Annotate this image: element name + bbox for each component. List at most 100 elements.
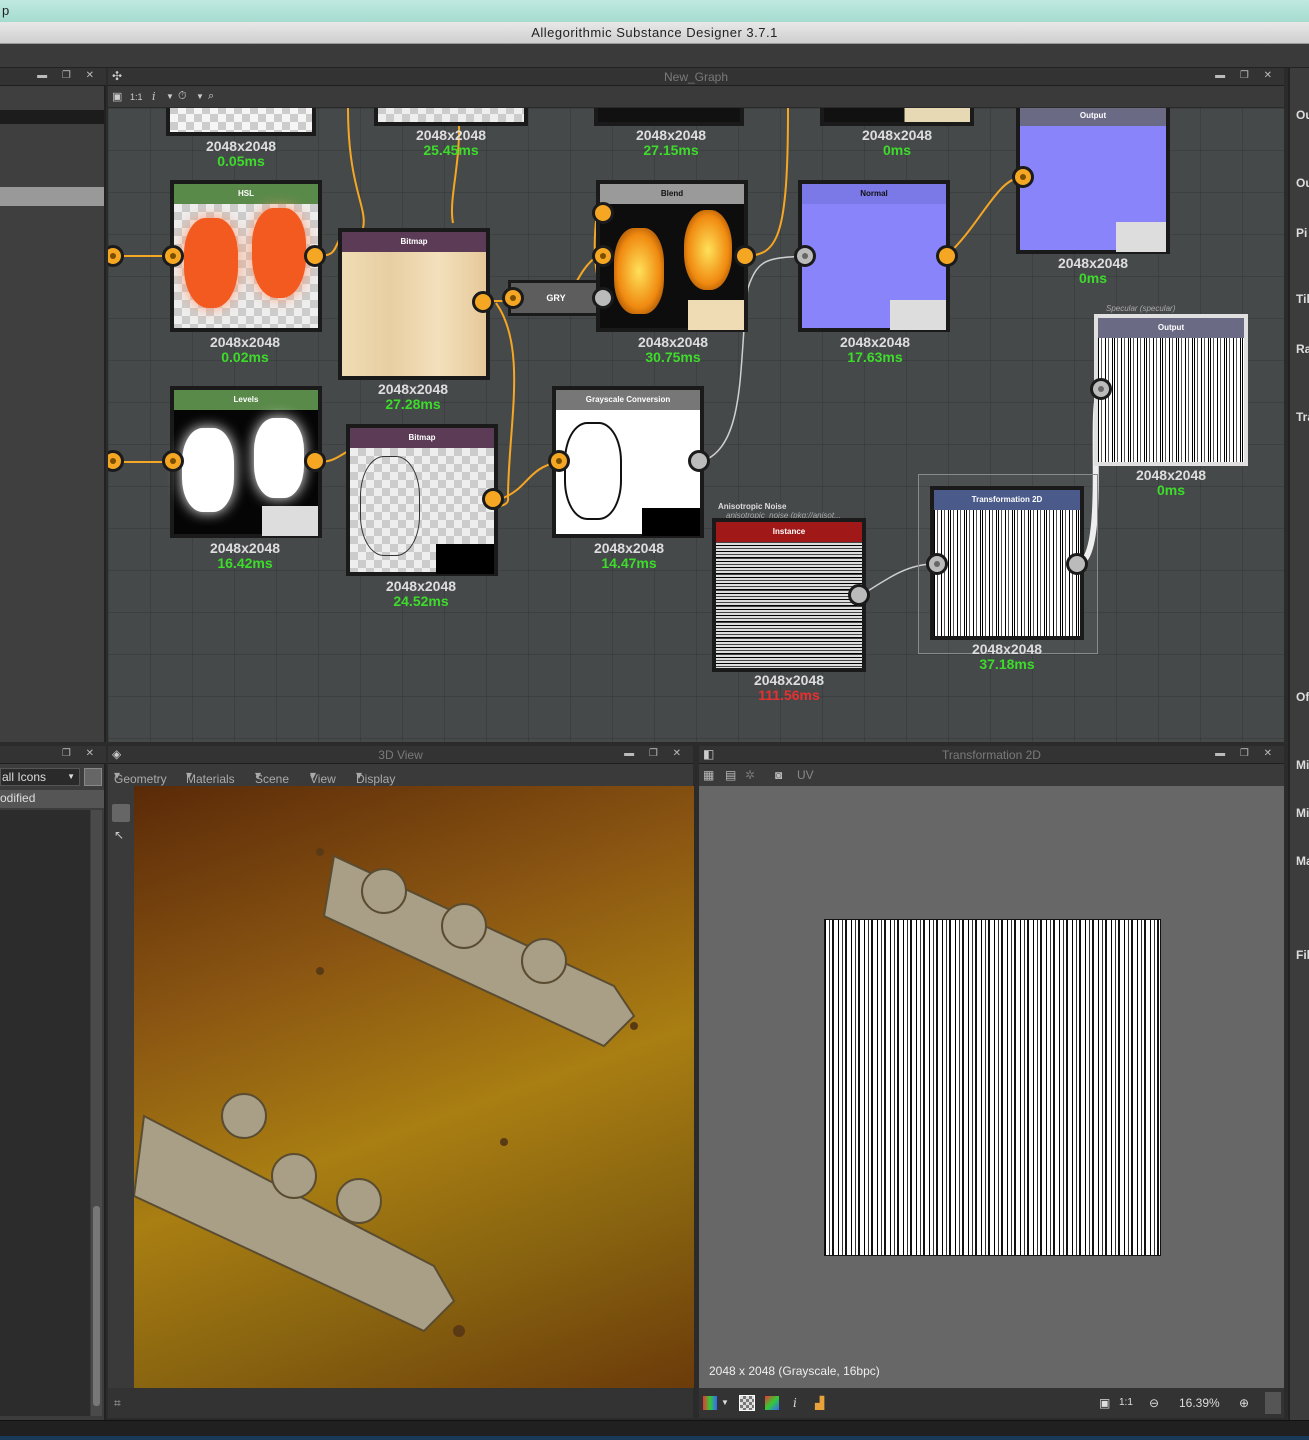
library-list[interactable]	[0, 810, 90, 1416]
port-input[interactable]	[548, 450, 570, 472]
info-icon[interactable]: i	[793, 1396, 797, 1410]
layout-icon[interactable]: ⌗	[114, 1396, 121, 1411]
node-graph-canvas[interactable]: 2048x2048 0.05ms 2048x2048 25.45ms 2048x…	[108, 108, 1284, 742]
port-input[interactable]	[1090, 378, 1112, 400]
light-tool-icon[interactable]: ↖	[114, 828, 124, 842]
menu-geometry[interactable]: Geometry ▾	[114, 768, 167, 786]
port-output[interactable]	[482, 488, 504, 510]
tree-row-selected[interactable]	[0, 187, 104, 206]
camera-tool-icon[interactable]	[112, 804, 130, 822]
menu-display[interactable]: Display ▾	[356, 768, 395, 786]
port-output[interactable]	[734, 245, 756, 267]
node-preview-shape	[360, 456, 420, 556]
port-input[interactable]	[794, 245, 816, 267]
node-top-1[interactable]	[166, 108, 316, 136]
node-thumbnail	[378, 108, 524, 122]
view-mode-select[interactable]: all Icons ▼	[0, 768, 80, 786]
chevron-down-icon[interactable]: ▼	[196, 92, 204, 101]
port-output[interactable]	[592, 287, 614, 309]
window-title: Allegorithmic Substance Designer 3.7.1	[531, 25, 778, 40]
node-bitmap-outline[interactable]: Bitmap	[346, 424, 498, 576]
node-size: 2048x2048	[385, 578, 457, 594]
fit-view-icon[interactable]: ▣	[112, 90, 122, 103]
left-bottom-panel-controls-icon[interactable]: ❐ ✕	[62, 748, 100, 759]
library-options-button[interactable]	[84, 768, 102, 786]
filter-field[interactable]: odified	[0, 790, 104, 808]
info-icon[interactable]: i	[152, 90, 156, 103]
zoom-ratio-button[interactable]: 1:1	[130, 92, 143, 102]
port-input[interactable]	[592, 202, 614, 224]
node-time: 14.47ms	[601, 555, 657, 571]
port-output[interactable]	[688, 450, 710, 472]
chevron-down-icon[interactable]: ▼	[166, 92, 174, 101]
zoom-ratio-button[interactable]: 1:1	[1119, 1397, 1133, 1408]
node-output-normal[interactable]: Output	[1016, 108, 1170, 254]
port-output[interactable]	[472, 291, 494, 313]
node-levels[interactable]: Levels	[170, 386, 322, 538]
specular-note-text: Specular (specular)	[1106, 304, 1176, 313]
menu-materials[interactable]: Materials ▾	[186, 768, 235, 786]
prop-label: Til	[1296, 292, 1309, 306]
node-preview-shape	[252, 208, 306, 298]
node-top-4[interactable]	[820, 108, 974, 126]
node-bitmap-wood[interactable]: Bitmap	[338, 228, 490, 380]
node-top-3[interactable]	[594, 108, 744, 126]
node-header: Output	[1020, 108, 1166, 126]
menu-view[interactable]: View ▾	[310, 768, 336, 786]
alpha-toggle-icon[interactable]	[739, 1395, 755, 1411]
graph-panel-controls-icon[interactable]: ▬ ❐ ✕	[1215, 70, 1278, 81]
port-output[interactable]	[848, 584, 870, 606]
panel-options-icon[interactable]	[1265, 1392, 1281, 1414]
save-image-icon[interactable]: ▤	[725, 768, 736, 782]
node-size: 2048x2048	[205, 138, 277, 154]
search-icon[interactable]: ⌕	[208, 90, 214, 103]
zoom-out-icon[interactable]: ⊖	[1149, 1396, 1159, 1410]
settings-icon[interactable]: ✲	[745, 768, 755, 782]
view3d-viewport[interactable]	[134, 786, 694, 1388]
node-preview-shape	[688, 300, 744, 330]
port-input[interactable]	[502, 287, 524, 309]
node-header: Grayscale Conversion	[556, 390, 700, 410]
port-input[interactable]	[926, 553, 948, 575]
node-time: 0ms	[1078, 270, 1108, 286]
view2d-canvas[interactable]: 2048 x 2048 (Grayscale, 16bpc)	[699, 786, 1284, 1388]
menu-view-label: View	[310, 772, 336, 786]
port-input[interactable]	[162, 450, 184, 472]
port-input[interactable]	[1012, 166, 1034, 188]
node-instance-anisotropic-noise[interactable]: Instance	[712, 518, 866, 672]
node-size: 2048x2048	[839, 334, 911, 350]
port-input[interactable]	[592, 245, 614, 267]
tiling-icon[interactable]: ▦	[703, 768, 714, 782]
node-grayscale-conversion[interactable]: Grayscale Conversion	[552, 386, 704, 538]
chevron-down-icon[interactable]: ▼	[721, 1398, 729, 1407]
port-output[interactable]	[304, 450, 326, 472]
library-scrollbar[interactable]	[91, 810, 102, 1416]
uv-button[interactable]: UV	[797, 768, 814, 782]
camera-icon[interactable]: ◙	[775, 768, 782, 782]
view2d-panel-controls-icon[interactable]: ▬ ❐ ✕	[1215, 748, 1278, 759]
node-top-2[interactable]	[374, 108, 528, 126]
node-thumbnail	[802, 204, 946, 330]
node-normal[interactable]: Normal	[798, 180, 950, 332]
node-time: 27.15ms	[643, 142, 699, 158]
view3d-panel-controls-icon[interactable]: ▬ ❐ ✕	[624, 748, 687, 759]
tree-row-selected-dark[interactable]	[0, 110, 104, 124]
node-thumbnail	[350, 448, 494, 574]
fit-view-icon[interactable]: ▣	[1099, 1396, 1110, 1410]
node-hsl[interactable]: HSL	[170, 180, 322, 332]
left-top-panel-controls-icon[interactable]: ▬ ❐ ✕	[37, 70, 100, 81]
port-output[interactable]	[1066, 553, 1088, 575]
timer-icon[interactable]: ⏱	[178, 90, 187, 103]
channel-select-icon[interactable]	[703, 1396, 717, 1410]
port-output[interactable]	[304, 245, 326, 267]
menu-scene[interactable]: Scene ▾	[255, 768, 289, 786]
histogram-icon[interactable]: ▟	[815, 1396, 824, 1410]
node-output-specular[interactable]: Output	[1094, 314, 1248, 466]
scrollbar-thumb[interactable]	[93, 1206, 100, 1406]
zoom-in-icon[interactable]: ⊕	[1239, 1396, 1249, 1410]
port-input[interactable]	[162, 245, 184, 267]
node-blend[interactable]: Blend	[596, 180, 748, 332]
node-transformation-2d[interactable]: Transformation 2D	[930, 486, 1084, 640]
color-mode-icon[interactable]	[765, 1396, 779, 1410]
port-output[interactable]	[936, 245, 958, 267]
